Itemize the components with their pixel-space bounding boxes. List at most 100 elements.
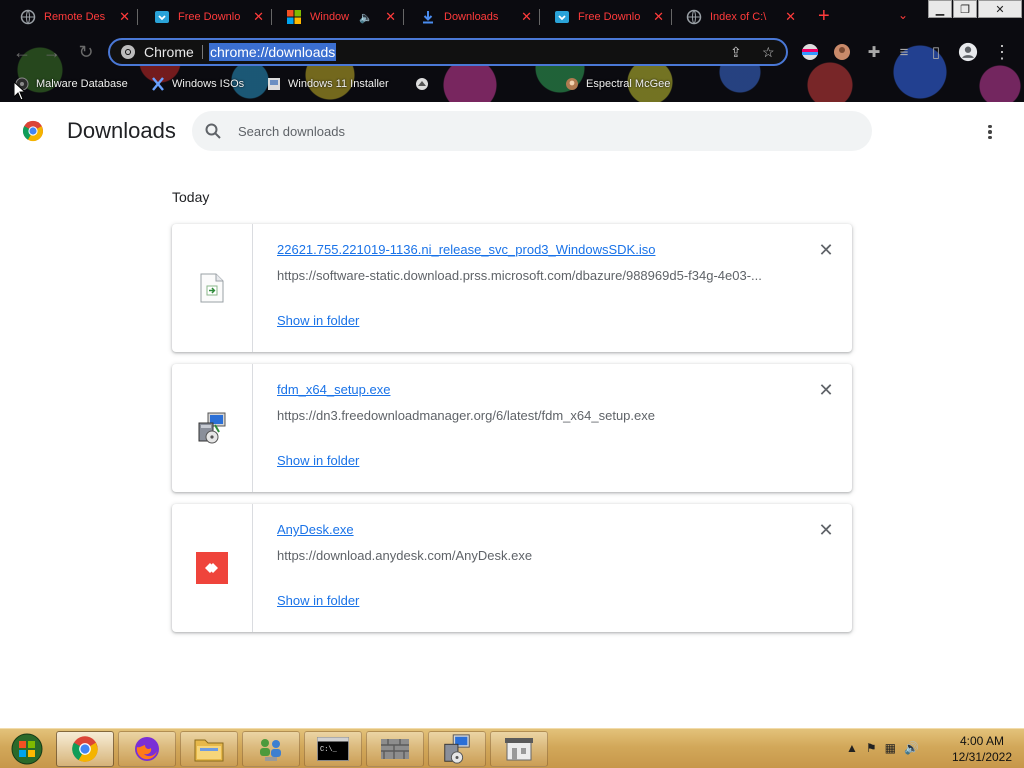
remove-close-icon[interactable]: ✕ [816, 380, 836, 400]
chrome-logo-icon [22, 120, 44, 142]
remove-close-icon[interactable]: ✕ [816, 240, 836, 260]
new-tab-button[interactable]: + [818, 6, 830, 26]
tab-divider [539, 9, 540, 25]
search-box[interactable] [192, 111, 872, 151]
taskbar-installer-button[interactable] [428, 731, 486, 767]
start-button[interactable] [6, 731, 48, 767]
reload-icon[interactable]: ↻ [76, 42, 96, 62]
tab-close-icon[interactable]: ✕ [653, 9, 664, 25]
close-window-button[interactable]: ✕ [978, 0, 1022, 18]
profile-avatar-icon[interactable] [958, 42, 978, 62]
extension-badge-icon[interactable] [800, 42, 820, 62]
network-icon[interactable]: ▦ [885, 741, 896, 755]
globe-icon [20, 9, 36, 25]
tab-strip: Remote Des ✕ Free Downlo ✕ Window 🔈 ✕ Do… [0, 0, 1024, 34]
file-name-link[interactable]: fdm_x64_setup.exe [277, 382, 390, 397]
side-panel-icon[interactable]: ▯ [926, 42, 946, 62]
back-icon[interactable]: ← [12, 42, 32, 62]
file-icon-column [172, 364, 253, 492]
volume-icon[interactable]: 🔊 [904, 741, 919, 755]
tab-divider [671, 9, 672, 25]
minimize-button[interactable]: ▁ [928, 0, 952, 18]
fdm-icon [554, 9, 570, 25]
installer-file-icon [198, 412, 226, 444]
download-item: fdm_x64_setup.exe https://dn3.freedownlo… [172, 364, 852, 492]
bookmark-label: Windows ISOs [172, 78, 245, 90]
speaker-muted-icon[interactable]: 🔈 [359, 11, 373, 24]
profile-icon [564, 76, 580, 92]
globe-icon [414, 76, 430, 92]
site-chip[interactable]: Chrome [120, 44, 194, 60]
clock[interactable]: 4:00 AM 12/31/2022 [944, 733, 1020, 765]
show-in-folder-link[interactable]: Show in folder [277, 593, 359, 608]
download-icon [420, 9, 436, 25]
taskbar-firefox-button[interactable] [118, 731, 176, 767]
bookmark-windows-isos[interactable]: Windows ISOs [150, 75, 244, 93]
taskbar-chrome-button[interactable] [56, 731, 114, 767]
chrome-icon [72, 736, 98, 762]
tab-index-of-c[interactable]: Index of C:\ ✕ [680, 4, 802, 30]
forward-icon[interactable]: → [42, 42, 62, 62]
network-users-icon [260, 739, 281, 761]
show-in-folder-link[interactable]: Show in folder [277, 453, 359, 468]
tab-title: Window [310, 11, 350, 23]
address-bar[interactable]: Chrome chrome://downloads ⇪ ☆ [108, 38, 788, 66]
action-center-flag-icon[interactable]: ⚑ [866, 741, 877, 755]
anydesk-icon [196, 552, 228, 584]
taskbar-store-button[interactable] [490, 731, 548, 767]
tab-windows[interactable]: Window 🔈 ✕ [280, 4, 404, 30]
tab-search-button[interactable]: ⌄ [898, 8, 908, 22]
address-divider [202, 45, 203, 59]
system-tray: ▲ ⚑ ▦ 🔊 [846, 741, 919, 755]
windows-start-orb-icon [11, 733, 43, 765]
show-hidden-icons-icon[interactable]: ▲ [846, 741, 858, 755]
bookmark-label: Espectral McGee [586, 78, 671, 90]
fdm-icon [154, 9, 170, 25]
file-name-link[interactable]: AnyDesk.exe [277, 522, 354, 537]
taskbar-network-users-button[interactable] [242, 731, 300, 767]
clock-time: 4:00 AM [959, 734, 1005, 748]
avatar-extension-icon[interactable] [832, 42, 852, 62]
tab-downloads[interactable]: Downloads ✕ [414, 4, 540, 30]
show-in-folder-link[interactable]: Show in folder [277, 313, 359, 328]
tab-remote-desktop[interactable]: Remote Des ✕ [14, 4, 138, 30]
taskbar-command-prompt-button[interactable]: C:\_ [304, 731, 362, 767]
bookmark-espectral-mcgee[interactable]: Espectral McGee [564, 75, 670, 93]
globe-icon [686, 9, 702, 25]
url-text[interactable]: chrome://downloads [209, 43, 337, 61]
clock-date: 12/31/2022 [951, 750, 1013, 764]
taskbar-file-explorer-button[interactable] [180, 731, 238, 767]
bookmark-windows-11-installer[interactable]: Windows 11 Installer [266, 75, 389, 93]
tab-close-icon[interactable]: ✕ [521, 9, 532, 25]
tab-close-icon[interactable]: ✕ [119, 9, 130, 25]
file-explorer-icon [194, 739, 224, 762]
media-controls-icon[interactable]: ≡ [894, 42, 914, 62]
file-name-link[interactable]: 22621.755.221019-1136.ni_release_svc_pro… [277, 242, 655, 257]
tab-divider [403, 9, 404, 25]
tab-free-download-manager-2[interactable]: Free Downlo ✕ [548, 4, 672, 30]
date-section-label: Today [172, 189, 210, 205]
tab-close-icon[interactable]: ✕ [253, 9, 264, 25]
source-url: https://download.anydesk.com/AnyDesk.exe [277, 548, 533, 563]
bookmark-star-icon[interactable]: ☆ [762, 44, 775, 61]
bookmarks-bar: Malware Database Windows ISOs Windows 11… [0, 72, 1024, 96]
x-logo-icon [150, 76, 166, 92]
restore-button[interactable]: ❐ [953, 0, 977, 18]
tab-divider [271, 9, 272, 25]
taskbar-firewall-button[interactable] [366, 731, 424, 767]
browser-menu-icon[interactable]: ⋮ [992, 42, 1012, 62]
search-input[interactable] [236, 111, 836, 151]
tab-free-download-manager[interactable]: Free Downlo ✕ [148, 4, 272, 30]
bookmark-malware-database[interactable]: Malware Database [14, 75, 128, 93]
bookmark-untitled[interactable] [414, 75, 436, 93]
mouse-cursor-icon [14, 82, 24, 100]
tab-close-icon[interactable]: ✕ [385, 9, 396, 25]
extensions-puzzle-icon[interactable]: ✚ [864, 42, 884, 62]
toolbar: ← → ↻ Chrome chrome://downloads ⇪ ☆ ✚ ≡ … [0, 36, 1024, 68]
remove-close-icon[interactable]: ✕ [816, 520, 836, 540]
site-chip-label: Chrome [144, 44, 194, 60]
share-icon[interactable]: ⇪ [730, 44, 742, 61]
more-actions-icon[interactable] [980, 122, 1000, 142]
tab-title: Index of C:\ [710, 11, 767, 23]
tab-close-icon[interactable]: ✕ [785, 9, 796, 25]
